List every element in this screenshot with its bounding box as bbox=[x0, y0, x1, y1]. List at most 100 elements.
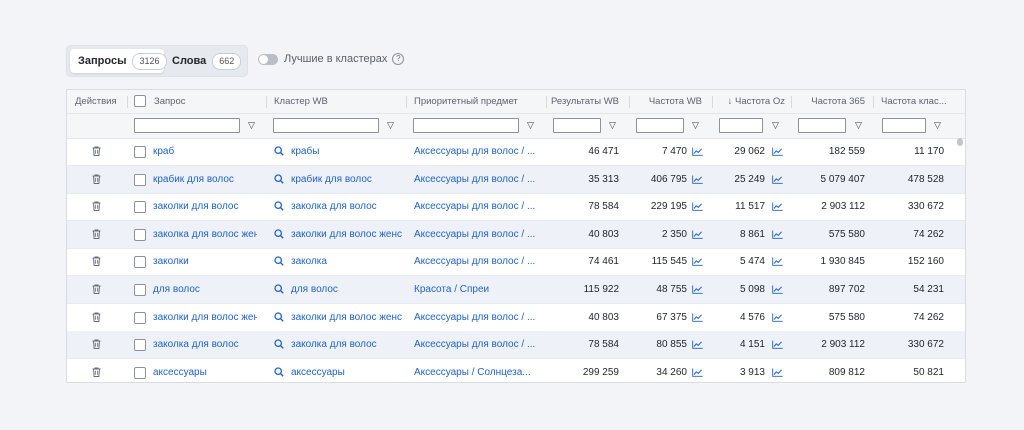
subject-link[interactable]: Аксессуары для волос / ... bbox=[414, 221, 542, 248]
delete-icon[interactable] bbox=[92, 284, 101, 297]
search-icon[interactable] bbox=[274, 201, 284, 214]
vertical-scrollbar[interactable] bbox=[957, 138, 963, 146]
cluster-link[interactable]: для волос bbox=[291, 276, 405, 303]
tab-queries[interactable]: Запросы 3126 bbox=[70, 49, 167, 73]
column-separator[interactable] bbox=[127, 96, 128, 108]
cluster-link[interactable]: крабы bbox=[291, 138, 405, 165]
subject-link[interactable]: Аксессуары для волос / ... bbox=[414, 248, 542, 275]
delete-icon[interactable] bbox=[92, 229, 101, 242]
query-link[interactable]: заколки bbox=[153, 248, 257, 275]
tab-words[interactable]: Слова 662 bbox=[172, 49, 242, 73]
header-freq-wb[interactable]: Частота WB bbox=[630, 90, 702, 113]
cluster-link[interactable]: заколки для волос женс bbox=[291, 304, 405, 331]
delete-icon[interactable] bbox=[92, 174, 101, 187]
filter-freq-oz-input[interactable] bbox=[719, 118, 763, 133]
select-all-checkbox[interactable] bbox=[134, 95, 146, 107]
row-checkbox[interactable] bbox=[134, 201, 146, 214]
filter-freq-cluster-input[interactable] bbox=[882, 118, 926, 133]
search-icon[interactable] bbox=[274, 339, 284, 352]
search-icon[interactable] bbox=[274, 367, 284, 380]
trend-chart-icon[interactable] bbox=[692, 340, 703, 352]
query-link[interactable]: краб bbox=[153, 138, 257, 165]
table-row[interactable]: заколка для волос жен заколки для волос ж… bbox=[67, 220, 965, 249]
row-checkbox[interactable] bbox=[134, 173, 146, 186]
table-row[interactable]: аксессуары аксессуары Аксессуары / Солнцез… bbox=[67, 359, 965, 382]
header-freq-cluster[interactable]: Частота клас... bbox=[881, 90, 961, 113]
delete-icon[interactable] bbox=[92, 201, 101, 214]
subject-link[interactable]: Аксессуары для волос / ... bbox=[414, 166, 542, 193]
filter-icon[interactable]: ▽ bbox=[527, 120, 534, 131]
cluster-link[interactable]: заколки для волос женс bbox=[291, 221, 405, 248]
trend-chart-icon[interactable] bbox=[772, 313, 783, 325]
trend-chart-icon[interactable] bbox=[692, 285, 703, 297]
filter-freq-wb-input[interactable] bbox=[636, 118, 684, 133]
filter-icon[interactable]: ▽ bbox=[934, 120, 941, 131]
help-icon[interactable]: ? bbox=[392, 53, 405, 65]
row-checkbox[interactable] bbox=[134, 256, 146, 269]
best-in-clusters-toggle[interactable] bbox=[258, 53, 278, 65]
column-separator[interactable] bbox=[873, 96, 874, 108]
table-row[interactable]: крабик для волос крабик для волос Аксессуа… bbox=[67, 165, 965, 194]
subject-link[interactable]: Аксессуары / Солнцеза... bbox=[414, 359, 542, 382]
header-freq-365[interactable]: Частота 365 bbox=[792, 90, 865, 113]
row-checkbox[interactable] bbox=[134, 311, 146, 324]
trend-chart-icon[interactable] bbox=[772, 230, 783, 242]
search-icon[interactable] bbox=[274, 229, 284, 242]
delete-icon[interactable] bbox=[92, 339, 101, 352]
trend-chart-icon[interactable] bbox=[772, 340, 783, 352]
table-row[interactable]: заколки заколка Аксессуары для волос / ...… bbox=[67, 248, 965, 277]
query-link[interactable]: крабик для волос bbox=[153, 166, 257, 193]
trend-chart-icon[interactable] bbox=[772, 175, 783, 187]
column-separator[interactable] bbox=[266, 96, 267, 108]
table-row[interactable]: заколки для волос заколка для волос Аксесс… bbox=[67, 193, 965, 222]
cluster-link[interactable]: заколка bbox=[291, 248, 405, 275]
trend-chart-icon[interactable] bbox=[692, 147, 703, 159]
row-checkbox[interactable] bbox=[134, 228, 146, 241]
column-separator[interactable] bbox=[406, 96, 407, 108]
filter-icon[interactable]: ▽ bbox=[609, 120, 616, 131]
search-icon[interactable] bbox=[274, 311, 284, 325]
filter-results-input[interactable] bbox=[553, 118, 601, 133]
query-link[interactable]: аксессуары bbox=[153, 359, 257, 382]
table-row[interactable]: заколки для волос жен заколки для волос ж… bbox=[67, 304, 965, 332]
header-freq-oz[interactable]: ↓ Частота Oz bbox=[713, 90, 785, 113]
trend-chart-icon[interactable] bbox=[692, 175, 703, 187]
trend-chart-icon[interactable] bbox=[692, 202, 703, 214]
delete-icon[interactable] bbox=[92, 146, 101, 159]
row-checkbox[interactable] bbox=[134, 339, 146, 352]
delete-icon[interactable] bbox=[92, 256, 101, 269]
filter-subject-input[interactable] bbox=[413, 118, 519, 133]
trend-chart-icon[interactable] bbox=[772, 285, 783, 297]
header-results[interactable]: Результаты WB bbox=[547, 90, 619, 113]
table-row[interactable]: заколка для волос заколка для волос Аксесс… bbox=[67, 331, 965, 360]
row-checkbox[interactable] bbox=[134, 366, 146, 379]
query-link[interactable]: заколка для волос bbox=[153, 331, 257, 358]
header-query[interactable]: Запрос bbox=[154, 90, 254, 113]
filter-icon[interactable]: ▽ bbox=[387, 120, 394, 131]
trend-chart-icon[interactable] bbox=[772, 368, 783, 380]
filter-icon[interactable]: ▽ bbox=[248, 120, 255, 131]
trend-chart-icon[interactable] bbox=[772, 147, 783, 159]
subject-link[interactable]: Аксессуары для волос / ... bbox=[414, 193, 542, 220]
filter-icon[interactable]: ▽ bbox=[772, 120, 779, 131]
trend-chart-icon[interactable] bbox=[772, 202, 783, 214]
filter-icon[interactable]: ▽ bbox=[692, 120, 699, 131]
query-link[interactable]: для волос bbox=[153, 276, 257, 303]
search-icon[interactable] bbox=[274, 256, 284, 269]
subject-link[interactable]: Аксессуары для волос / ... bbox=[414, 304, 542, 331]
subject-link[interactable]: Аксессуары для волос / ... bbox=[414, 331, 542, 358]
row-checkbox[interactable] bbox=[134, 146, 146, 158]
cluster-link[interactable]: крабик для волос bbox=[291, 166, 405, 193]
delete-icon[interactable] bbox=[92, 367, 101, 380]
table-row[interactable]: для волос для волос Красота / Спреи 115 922… bbox=[67, 276, 965, 304]
subject-link[interactable]: Аксессуары для волос / ... bbox=[414, 138, 542, 165]
trend-chart-icon[interactable] bbox=[692, 368, 703, 380]
query-link[interactable]: заколки для волос жен bbox=[153, 304, 257, 331]
search-icon[interactable] bbox=[274, 284, 284, 297]
cluster-link[interactable]: заколка для волос bbox=[291, 331, 405, 358]
subject-link[interactable]: Красота / Спреи bbox=[414, 276, 542, 303]
trend-chart-icon[interactable] bbox=[692, 230, 703, 242]
query-link[interactable]: заколки для волос bbox=[153, 193, 257, 220]
query-link[interactable]: заколка для волос жен bbox=[153, 221, 257, 248]
filter-icon[interactable]: ▽ bbox=[855, 120, 862, 131]
